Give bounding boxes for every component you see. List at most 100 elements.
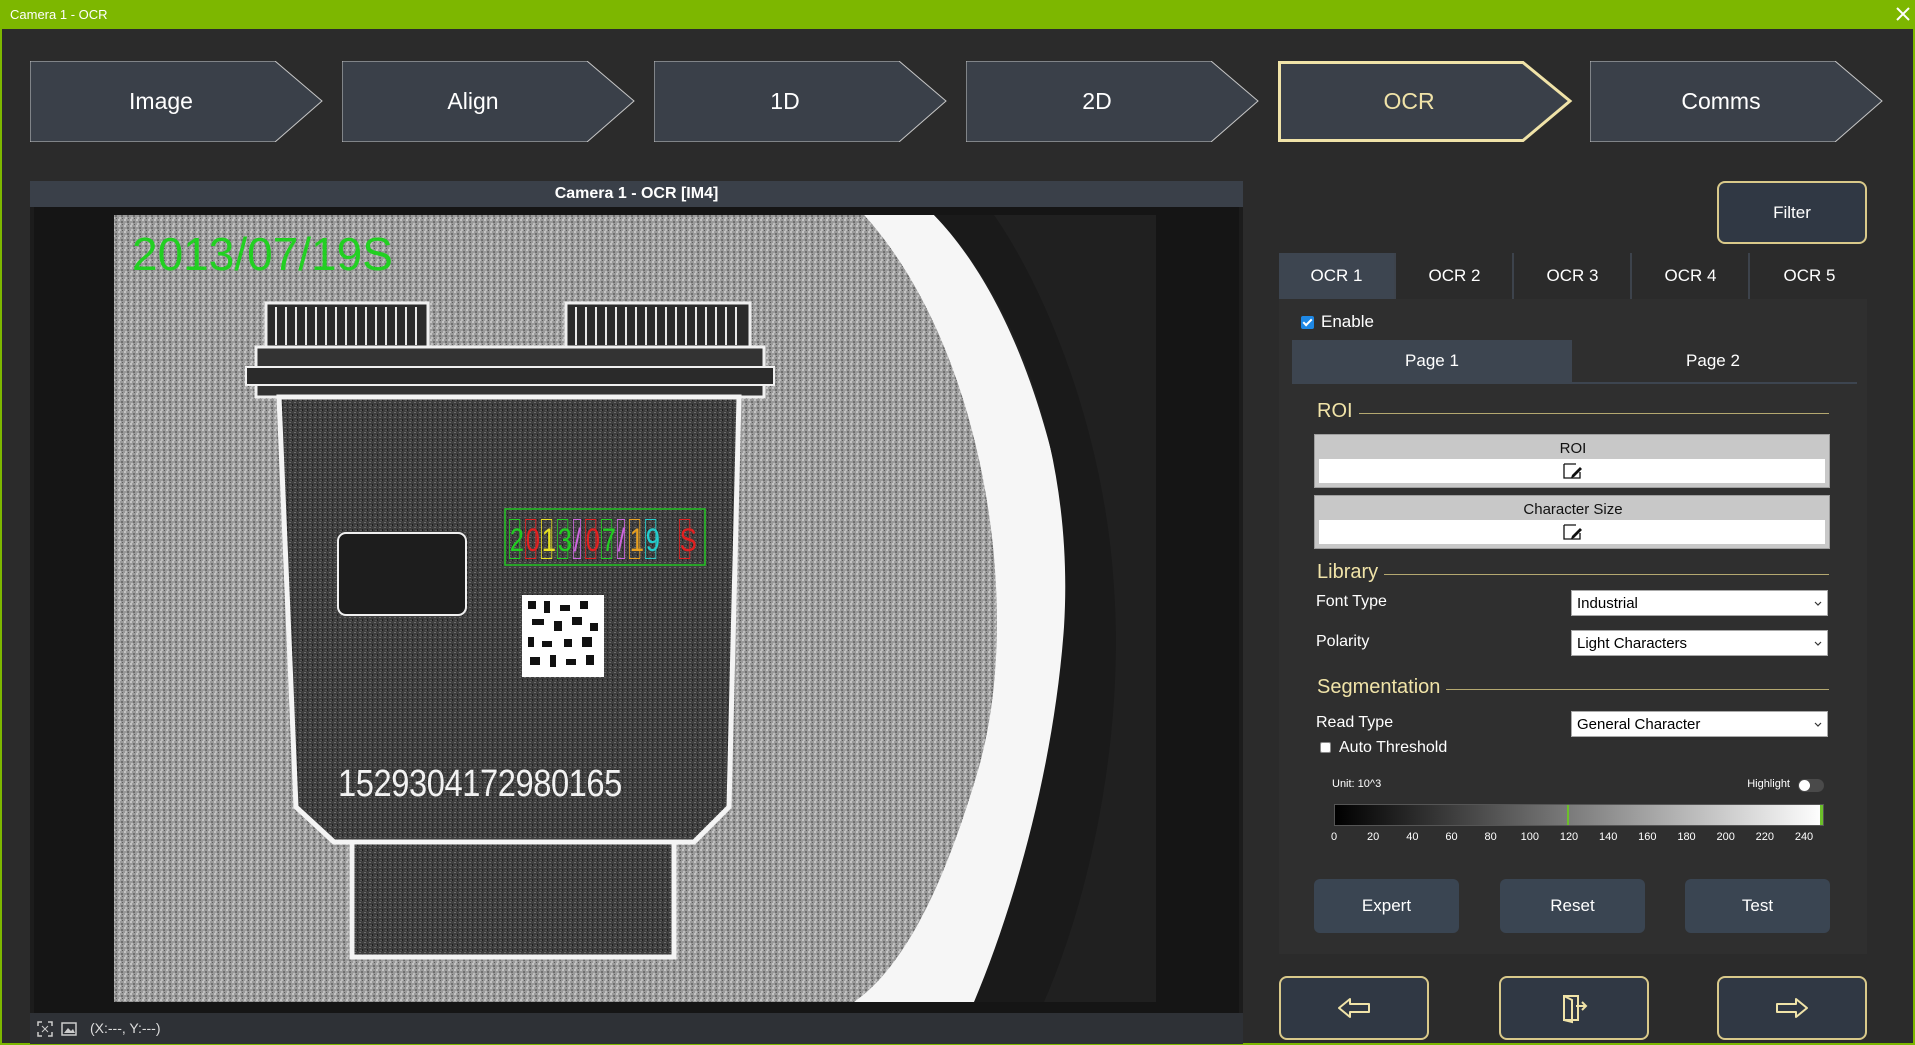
grayscale-gradient: [1334, 804, 1824, 826]
chevron-down-icon: [1814, 722, 1822, 727]
step-image-label: Image: [129, 88, 193, 114]
step-ocr[interactable]: OCR: [1278, 61, 1574, 142]
character-size-label: Character Size: [1523, 501, 1623, 518]
ocr-settings-panel: Enable Page 1 Page 2 ROI ROI Character S…: [1279, 299, 1867, 954]
roi-divider: [1315, 413, 1829, 414]
polarity-value: Light Characters: [1577, 635, 1688, 652]
character-size-field[interactable]: [1319, 520, 1825, 544]
cursor-coordinates: (X:---, Y:---): [90, 1020, 161, 1036]
close-icon[interactable]: [1891, 2, 1915, 26]
chevron-down-icon: [1814, 641, 1822, 646]
arrow-left-icon: [1338, 998, 1370, 1018]
threshold-marker-high[interactable]: [1820, 805, 1823, 825]
axis-tick-label: 80: [1484, 831, 1497, 843]
enable-label: Enable: [1321, 312, 1374, 331]
serial-number-text: 1529304172980165: [338, 763, 622, 805]
camera-image[interactable]: 2013/07/19S 1529304172980165 2 0 1 3/0 7/1 9 S: [34, 207, 1239, 1013]
exit-icon: [1563, 995, 1588, 1024]
ocr-char: 3: [557, 519, 572, 559]
tab-page-1[interactable]: Page 1: [1292, 340, 1572, 382]
ocr-tab-bar: OCR 1 OCR 2 OCR 3 OCR 4 OCR 5: [1279, 253, 1867, 299]
threshold-histogram[interactable]: Unit: 10^3 Highlight 0 20 40 60 80 100 120 140 1…: [1316, 774, 1828, 854]
step-2d[interactable]: 2D: [966, 61, 1262, 142]
library-divider: [1315, 574, 1829, 575]
tab-ocr-2[interactable]: OCR 2: [1397, 253, 1514, 299]
step-image[interactable]: Image: [30, 61, 326, 142]
title-bar: Camera 1 - OCR: [2, 0, 1915, 29]
test-button[interactable]: Test: [1685, 879, 1830, 933]
axis-tick-label: 60: [1445, 831, 1458, 843]
ocr-overlay-result: 2013/07/19S: [132, 228, 393, 280]
axis-tick-label: 20: [1367, 831, 1380, 843]
tab-ocr-5[interactable]: OCR 5: [1751, 253, 1868, 299]
font-type-select[interactable]: Industrial: [1571, 590, 1828, 616]
enable-checkbox[interactable]: [1301, 316, 1314, 329]
font-type-value: Industrial: [1577, 595, 1638, 612]
ocr-char: 0: [585, 519, 600, 559]
character-size-editor[interactable]: Character Size: [1314, 495, 1830, 549]
highlight-toggle[interactable]: [1798, 779, 1824, 792]
image-icon[interactable]: [60, 1020, 78, 1038]
step-align[interactable]: Align: [342, 61, 638, 142]
auto-threshold-label: Auto Threshold: [1339, 739, 1448, 756]
expert-button[interactable]: Expert: [1314, 879, 1459, 933]
ocr-char: 2: [509, 519, 524, 559]
tab-ocr-3[interactable]: OCR 3: [1515, 253, 1632, 299]
axis-tick-label: 200: [1716, 831, 1735, 843]
previous-button[interactable]: [1279, 976, 1429, 1040]
unit-label: Unit: 10^3: [1332, 778, 1382, 790]
axis-tick-label: 220: [1755, 831, 1775, 843]
step-1d-label: 1D: [770, 88, 800, 114]
ocr-char: /: [573, 519, 581, 559]
threshold-marker[interactable]: [1567, 805, 1569, 825]
auto-threshold-checkbox[interactable]: [1320, 742, 1331, 753]
segmentation-section-title: Segmentation: [1315, 676, 1447, 699]
ocr-char: 7: [601, 519, 616, 559]
ocr-char: S: [679, 519, 697, 559]
inspection-image: [114, 215, 1156, 1002]
chevron-down-icon: [1814, 601, 1822, 606]
edit-icon[interactable]: [1562, 523, 1584, 541]
step-ocr-label: OCR: [1383, 88, 1435, 114]
polarity-select[interactable]: Light Characters: [1571, 630, 1828, 656]
edit-icon[interactable]: [1562, 462, 1584, 480]
exit-button[interactable]: [1499, 976, 1649, 1040]
page-tab-bar: Page 1 Page 2: [1292, 340, 1857, 384]
ocr-char: 1: [541, 519, 556, 559]
polarity-label: Polarity: [1316, 633, 1370, 650]
step-2d-label: 2D: [1082, 88, 1112, 114]
read-type-label: Read Type: [1316, 714, 1394, 731]
roi-editor[interactable]: ROI: [1314, 434, 1830, 488]
read-type-select[interactable]: General Character: [1571, 711, 1828, 737]
tab-ocr-4[interactable]: OCR 4: [1633, 253, 1750, 299]
tab-ocr-1[interactable]: OCR 1: [1279, 253, 1396, 299]
ocr-char: 9: [645, 519, 660, 559]
roi-field[interactable]: [1319, 459, 1825, 483]
highlight-label: Highlight: [1747, 778, 1790, 790]
reset-button[interactable]: Reset: [1500, 879, 1645, 933]
step-1d[interactable]: 1D: [654, 61, 950, 142]
roi-label: ROI: [1559, 440, 1587, 457]
window-title: Camera 1 - OCR: [10, 7, 108, 22]
step-align-label: Align: [447, 88, 499, 114]
viewer-status-bar: (X:---, Y:---): [30, 1013, 1243, 1044]
arrow-right-icon: [1776, 998, 1808, 1018]
ocr-char: 1: [629, 519, 644, 559]
axis-tick-label: 140: [1598, 831, 1618, 843]
ocr-char: /: [617, 519, 625, 559]
fit-view-icon[interactable]: [36, 1020, 54, 1038]
step-comms[interactable]: Comms: [1590, 61, 1886, 142]
filter-button[interactable]: Filter: [1717, 181, 1867, 244]
axis-tick-label: 240: [1794, 831, 1814, 843]
camera-viewer: Camera 1 - OCR [IM4] 2013/07/19S 1529304…: [30, 181, 1243, 1044]
tab-page-2[interactable]: Page 2: [1573, 340, 1853, 382]
axis-tick-label: 180: [1677, 831, 1696, 843]
axis-tick-label: 120: [1559, 831, 1579, 843]
font-type-label: Font Type: [1316, 593, 1387, 610]
axis-tick-label: 100: [1520, 831, 1540, 843]
roi-section-title: ROI: [1315, 400, 1359, 423]
axis-tick-label: 40: [1406, 831, 1419, 843]
next-button[interactable]: [1717, 976, 1867, 1040]
step-comms-label: Comms: [1681, 88, 1761, 114]
axis-tick-label: 0: [1330, 831, 1338, 843]
